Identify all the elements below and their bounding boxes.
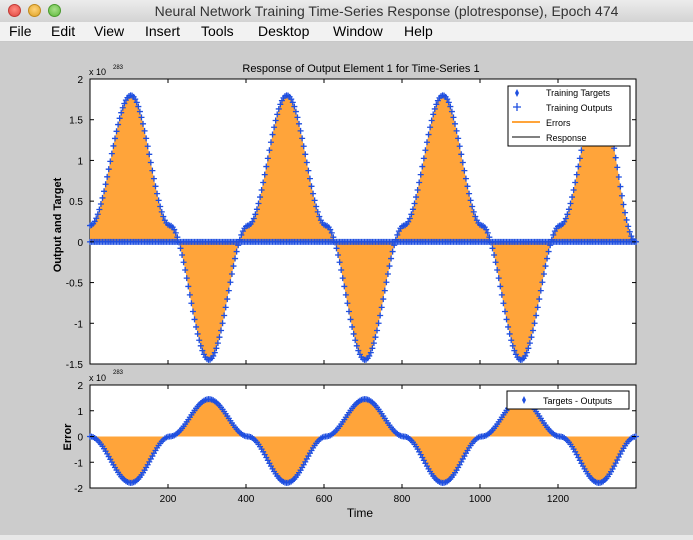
y-tick-label: 0 bbox=[77, 433, 83, 444]
y-tick-label: -0.5 bbox=[66, 279, 84, 290]
figure-area: -1.5 -1 -0.5 0 0.5 1 1.5 2 Response of Output E… bbox=[0, 42, 693, 535]
y-tick-label: -1 bbox=[74, 319, 83, 330]
response-legend[interactable]: Training Targets Training Outputs Errors… bbox=[507, 85, 631, 147]
error-exponent-label: x 10 bbox=[89, 373, 106, 383]
y-tick-label: 2 bbox=[77, 381, 83, 392]
training-outputs-series bbox=[87, 238, 639, 245]
x-tick-label: 600 bbox=[316, 494, 333, 505]
legend-errors-label: Errors bbox=[546, 118, 571, 128]
menu-edit[interactable]: Edit bbox=[51, 23, 75, 39]
x-tick-label: 200 bbox=[160, 494, 177, 505]
error-exponent-value: 283 bbox=[113, 370, 124, 376]
y-tick-label: 0 bbox=[77, 238, 83, 249]
window-title: Neural Network Training Time-Series Resp… bbox=[154, 3, 619, 19]
window-titlebar: Neural Network Training Time-Series Resp… bbox=[0, 0, 693, 23]
minimize-window-button[interactable] bbox=[28, 4, 41, 17]
menubar: File Edit View Insert Tools Desktop Wind… bbox=[0, 22, 693, 42]
error-axes[interactable]: -2 -1 0 1 2 200 400 600 800 1000 1200 x 10 283 Er… bbox=[62, 370, 639, 520]
y-tick-label: 2 bbox=[77, 75, 83, 86]
x-tick-label: 1200 bbox=[547, 494, 570, 505]
response-axes[interactable]: -1.5 -1 -0.5 0 0.5 1 1.5 2 Response of Output E… bbox=[52, 63, 639, 371]
y-tick-label: 1.5 bbox=[69, 116, 83, 127]
y-tick-label: 0.5 bbox=[69, 197, 83, 208]
error-ylabel: Error bbox=[62, 423, 74, 451]
menu-view[interactable]: View bbox=[94, 23, 124, 39]
zoom-window-button[interactable] bbox=[48, 4, 61, 17]
response-exponent-value: 283 bbox=[113, 65, 124, 71]
figure-canvas: -1.5 -1 -0.5 0 0.5 1 1.5 2 Response of Output E… bbox=[52, 63, 639, 520]
close-window-button[interactable] bbox=[8, 4, 21, 17]
menu-file[interactable]: File bbox=[9, 23, 32, 39]
y-tick-label: 1 bbox=[77, 156, 83, 167]
menu-window[interactable]: Window bbox=[333, 23, 383, 39]
legend-outputs-label: Training Outputs bbox=[546, 103, 613, 113]
menu-help[interactable]: Help bbox=[404, 23, 433, 39]
menu-desktop[interactable]: Desktop bbox=[258, 23, 309, 39]
menu-tools[interactable]: Tools bbox=[201, 23, 234, 39]
error-legend[interactable]: Targets - Outputs bbox=[506, 390, 630, 410]
legend-response-label: Response bbox=[546, 133, 587, 143]
x-tick-label: 1000 bbox=[469, 494, 492, 505]
x-tick-label: 800 bbox=[394, 494, 411, 505]
x-tick-label: 400 bbox=[238, 494, 255, 505]
response-exponent-label: x 10 bbox=[89, 67, 106, 77]
y-tick-label: -1.5 bbox=[66, 360, 84, 371]
error-xlabel: Time bbox=[347, 506, 374, 520]
y-tick-label: -2 bbox=[74, 484, 83, 495]
legend-targets-outputs-label: Targets - Outputs bbox=[543, 396, 613, 406]
y-tick-label: 1 bbox=[77, 407, 83, 418]
response-ylabel: Output and Target bbox=[52, 177, 64, 272]
legend-targets-label: Training Targets bbox=[546, 88, 611, 98]
y-tick-label: -1 bbox=[74, 458, 83, 469]
menu-insert[interactable]: Insert bbox=[145, 23, 180, 39]
response-title: Response of Output Element 1 for Time-Se… bbox=[242, 63, 479, 75]
